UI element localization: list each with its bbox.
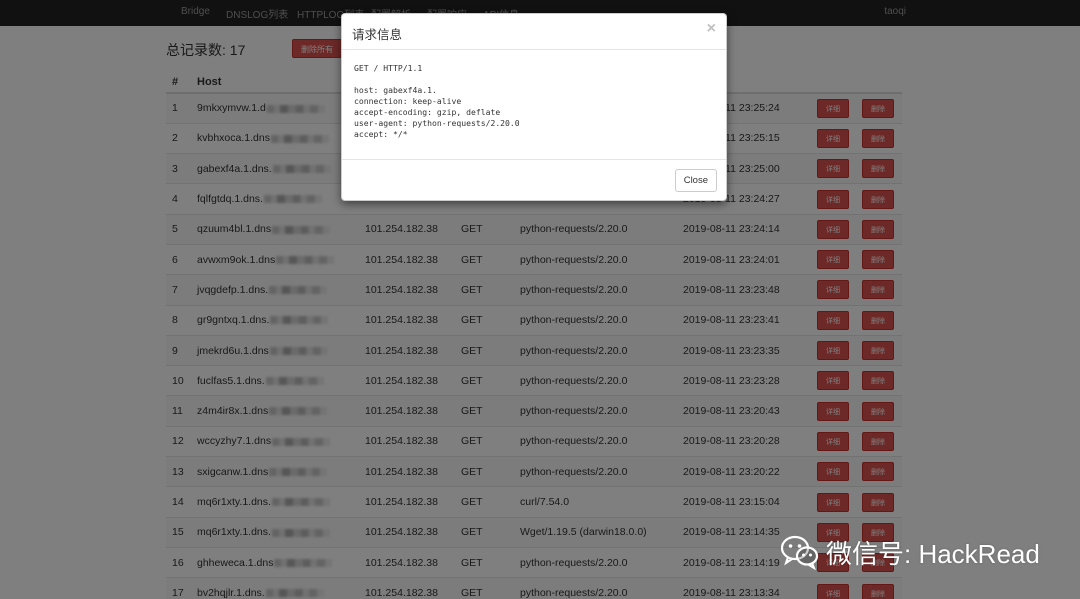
modal-header: 请求信息 × [342,14,726,50]
request-info-modal: 请求信息 × GET / HTTP/1.1 host: gabexf4a.1. … [341,13,727,201]
request-raw-text: GET / HTTP/1.1 host: gabexf4a.1. connect… [354,63,520,139]
wechat-logo-icon [780,534,820,571]
close-button[interactable]: Close [674,169,717,192]
modal-body: GET / HTTP/1.1 host: gabexf4a.1. connect… [354,63,714,140]
modal-title: 请求信息 [352,28,403,42]
modal-footer: Close [342,159,726,202]
wechat-watermark: 微信号: HackRead [780,532,1040,572]
watermark-text: 微信号: HackRead [826,538,1040,569]
close-icon[interactable]: × [707,20,716,38]
